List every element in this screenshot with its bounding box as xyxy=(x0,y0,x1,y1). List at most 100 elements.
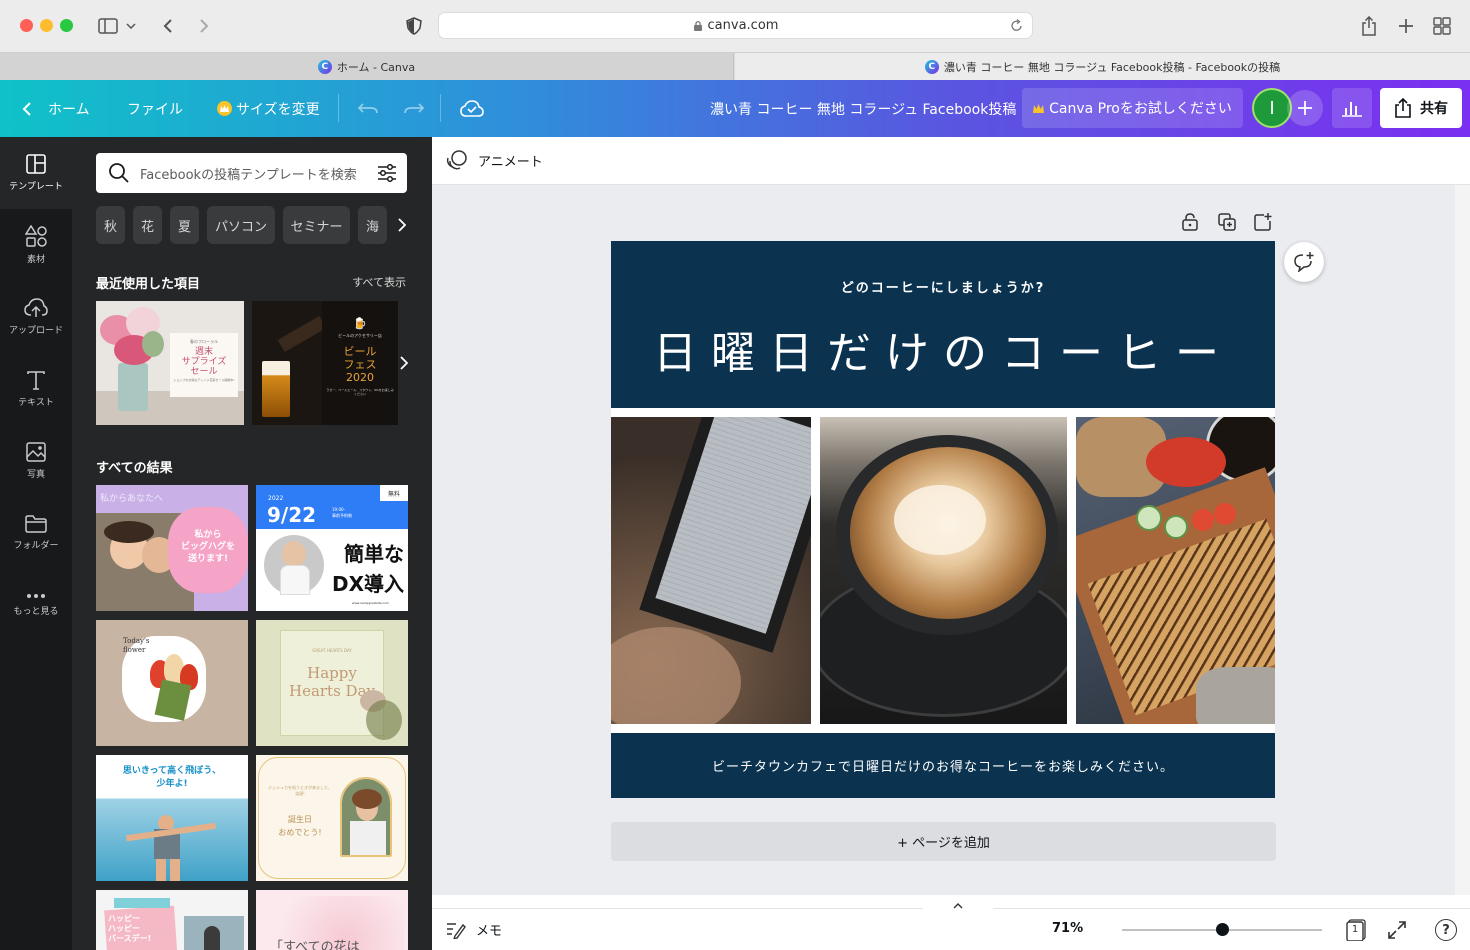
rail-item-text[interactable]: テキスト xyxy=(0,353,72,425)
share-button[interactable]: 共有 xyxy=(1380,88,1462,128)
rail-item-elements[interactable]: 素材 xyxy=(0,209,72,281)
rail-item-folders[interactable]: フォルダー xyxy=(0,497,72,569)
add-comment-icon[interactable] xyxy=(1284,242,1324,282)
upload-icon xyxy=(24,298,48,317)
template-big-hug[interactable]: 私からあなたへ 私から ビッグハグを 送ります! xyxy=(96,485,248,611)
template-search-input[interactable]: Facebookの投稿テンプレートを検索 xyxy=(96,153,407,193)
page-grid-button[interactable]: 1 xyxy=(1345,919,1367,941)
back-icon[interactable] xyxy=(156,14,180,38)
lock-icon[interactable] xyxy=(1182,213,1198,231)
insights-chart-icon[interactable] xyxy=(1332,88,1372,128)
fullscreen-icon[interactable] xyxy=(1387,920,1407,940)
design-title[interactable]: 日曜日だけのコーヒー xyxy=(611,317,1275,381)
chevron-down-icon[interactable] xyxy=(124,14,138,38)
design-page[interactable]: どのコーヒーにしましょうか? 日曜日だけのコーヒー ビーチタウンカフェで日曜日だ… xyxy=(611,241,1275,798)
animate-label: アニメート xyxy=(478,154,543,170)
photo-latte[interactable] xyxy=(820,417,1067,724)
notes-button[interactable]: メモ xyxy=(446,920,502,939)
header-block[interactable]: どのコーヒーにしましょうか? 日曜日だけのコーヒー xyxy=(611,241,1275,408)
minimize-window-button[interactable] xyxy=(40,19,53,32)
elements-icon xyxy=(25,225,47,247)
rail-item-more[interactable]: もっと見る xyxy=(0,569,72,641)
see-all-link[interactable]: すべて表示 xyxy=(352,274,406,290)
redo-icon[interactable] xyxy=(403,80,425,137)
new-tab-icon[interactable] xyxy=(1394,14,1418,38)
canvas-scrollbar[interactable] xyxy=(1455,185,1470,895)
zoom-percent[interactable]: 71% xyxy=(1052,921,1083,936)
privacy-shield-icon[interactable] xyxy=(402,14,426,38)
search-icon xyxy=(109,163,129,183)
resize-button[interactable]: サイズを変更 xyxy=(217,80,320,137)
file-menu-button[interactable]: ファイル xyxy=(127,80,183,137)
close-window-button[interactable] xyxy=(20,19,33,32)
divider xyxy=(338,94,339,122)
help-icon[interactable]: ? xyxy=(1435,919,1457,941)
design-footer-text[interactable]: ビーチタウンカフェで日曜日だけのお得なコーヒーをお楽しみください。 xyxy=(712,756,1174,775)
recent-template-beer-fest[interactable]: 🍺 ビールのアクセサリー店 ビール フェス 2020 ラガー、ペールエール、スタ… xyxy=(252,301,398,425)
editor-bottom-bar: メモ 71% 1 ? xyxy=(432,899,1470,950)
add-page-button[interactable]: + ページを追加 xyxy=(611,822,1276,861)
filter-chip[interactable]: 花 xyxy=(133,206,162,244)
notes-icon xyxy=(447,922,466,939)
add-page-icon[interactable] xyxy=(1254,213,1272,231)
rail-item-templates[interactable]: テンプレート xyxy=(0,137,72,209)
side-rail: テンプレート 素材 アップロード テキスト 写真 フォルダー もっと見る xyxy=(0,137,72,950)
browser-chrome: canva.com xyxy=(0,0,1470,52)
photo-ereader[interactable] xyxy=(611,417,811,724)
sidebar-toggle-icon[interactable] xyxy=(96,14,120,38)
template-fly-high[interactable]: 思いきって高く飛ぼう、 少年よ! xyxy=(96,755,248,881)
photo-sandwich[interactable] xyxy=(1076,417,1275,724)
editor-top-bar: ホーム ファイル サイズを変更 濃い青 コーヒー 無地 コラージュ Facebo… xyxy=(0,80,1470,137)
thumb-text: 週末 サプライズ セール xyxy=(181,347,227,377)
try-pro-label: Canva Proをお試しください xyxy=(1049,101,1232,117)
template-happy-hearts[interactable]: GREAT HEARTS DAY Happy Hearts Day xyxy=(256,620,408,746)
show-pages-button[interactable] xyxy=(922,899,994,913)
template-birthday[interactable]: ジェシュカを祝うときが来ました、笑顔! 誕生日 おめでとう! xyxy=(256,755,408,881)
template-dx-seminar[interactable]: 2022 9/22 19:00- 事前予約制 無料 簡単な DX導入 www.r… xyxy=(256,485,408,611)
footer-block[interactable]: ビーチタウンカフェで日曜日だけのお得なコーヒーをお楽しみください。 xyxy=(611,733,1275,798)
rail-item-uploads[interactable]: アップロード xyxy=(0,281,72,353)
share-page-icon[interactable] xyxy=(1357,14,1381,38)
filter-chip[interactable]: 夏 xyxy=(170,206,199,244)
duplicate-page-icon[interactable] xyxy=(1218,213,1236,231)
reload-icon[interactable] xyxy=(1010,18,1024,33)
template-icon xyxy=(26,154,46,174)
thumb-text: GREAT HEARTS DAY xyxy=(312,648,352,653)
zoom-window-button[interactable] xyxy=(60,19,73,32)
design-subtitle[interactable]: どのコーヒーにしましょうか? xyxy=(611,277,1275,296)
cloud-saved-icon[interactable] xyxy=(460,80,484,137)
recent-scroll-right-icon[interactable] xyxy=(398,352,410,374)
filter-chip[interactable]: セミナー xyxy=(283,206,350,244)
undo-icon[interactable] xyxy=(357,80,379,137)
chips-scroll-right-icon[interactable] xyxy=(394,206,410,244)
address-bar[interactable]: canva.com xyxy=(438,12,1033,39)
forward-icon[interactable] xyxy=(192,14,216,38)
document-title[interactable]: 濃い青 コーヒー 無地 コラージュ Facebook投稿 xyxy=(710,80,1016,137)
share-upload-icon xyxy=(1395,98,1411,118)
thumb-text: 春のフローラル xyxy=(190,339,218,344)
rail-label: もっと見る xyxy=(13,607,59,617)
try-pro-button[interactable]: Canva Proをお試しください xyxy=(1022,88,1243,128)
invite-add-icon[interactable] xyxy=(1287,90,1323,126)
home-button[interactable]: ホーム xyxy=(22,80,90,137)
template-todays-flower[interactable]: Today's flower xyxy=(96,620,248,746)
recent-template-flower-sale[interactable]: 春のフローラル 週末 サプライズ セール ショップのお得なアレンジ花束セール開催… xyxy=(96,301,244,425)
filter-chip[interactable]: 海 xyxy=(358,206,387,244)
page-number: 1 xyxy=(1351,924,1359,935)
free-badge: 無料 xyxy=(380,485,408,501)
template-flower-quote[interactable]: 「すべての花は xyxy=(256,890,408,950)
tab-home[interactable]: C ホーム - Canva xyxy=(0,53,734,81)
tab-overview-icon[interactable] xyxy=(1430,14,1454,38)
filter-chip[interactable]: パソコン xyxy=(207,206,275,244)
filter-chip[interactable]: 秋 xyxy=(96,206,125,244)
template-happy-birthday-pink[interactable]: ハッピー ハッピー バースデー! xyxy=(96,890,248,950)
filter-icon[interactable] xyxy=(377,164,397,182)
divider xyxy=(440,94,441,122)
thumb-text: 19:00- 事前予約制 xyxy=(332,507,352,518)
rail-item-photos[interactable]: 写真 xyxy=(0,425,72,497)
zoom-slider[interactable] xyxy=(1122,923,1322,936)
avatar[interactable]: I xyxy=(1252,88,1292,128)
animate-button[interactable]: アニメート xyxy=(446,149,543,171)
tab-design[interactable]: C 濃い青 コーヒー 無地 コラージュ Facebook投稿 - Faceboo… xyxy=(735,53,1470,81)
zoom-slider-thumb[interactable] xyxy=(1216,923,1229,936)
